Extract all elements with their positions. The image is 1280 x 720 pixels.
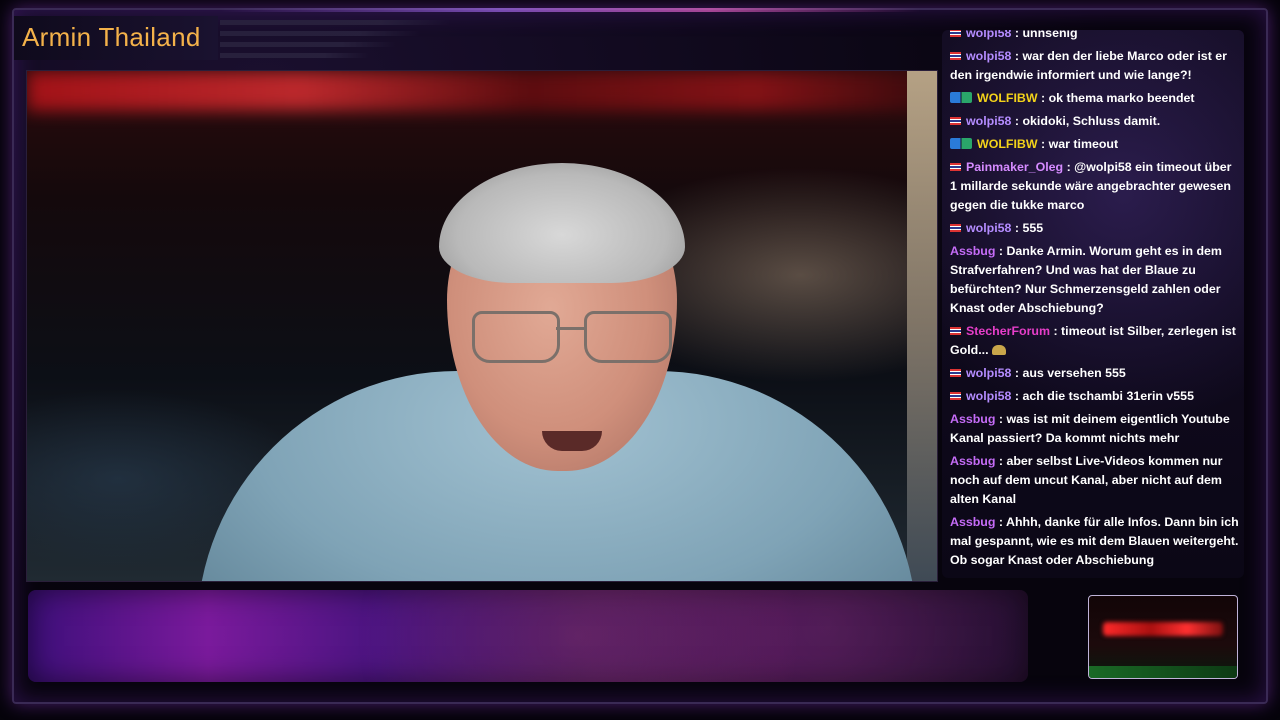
chat-text: 555 (1022, 221, 1044, 235)
chat-panel: wolpi58 : unnsenig wolpi58 : war den der… (942, 30, 1244, 578)
chat-username[interactable]: wolpi58 (966, 114, 1011, 128)
chat-separator: : (1037, 137, 1049, 151)
moderator-badge-icon (950, 92, 972, 103)
chat-message: Assbug : aber selbst Live-Videos kommen … (950, 452, 1240, 509)
webcam-video (26, 70, 938, 582)
decorative-lines (220, 20, 450, 64)
stream-title: Armin Thailand (22, 22, 201, 52)
chat-message: wolpi58 : aus versehen 555 (950, 364, 1240, 383)
chat-list: wolpi58 : unnsenig wolpi58 : war den der… (950, 30, 1240, 574)
chat-message: WOLFIBW : war timeout (950, 135, 1240, 154)
chat-message: Painmaker_Oleg : @wolpi58 ein timeout üb… (950, 158, 1240, 215)
chat-message: wolpi58 : war den der liebe Marco oder i… (950, 47, 1240, 85)
thailand-flag-icon (950, 163, 961, 171)
thailand-flag-icon (950, 117, 961, 125)
chat-message: wolpi58 : 555 (950, 219, 1240, 238)
streamer (27, 71, 937, 581)
chat-text: ach die tschambi 31erin v555 (1022, 389, 1194, 403)
chat-separator: : (995, 515, 1006, 529)
chat-username[interactable]: Painmaker_Oleg (966, 160, 1063, 174)
chat-separator: : (1011, 366, 1023, 380)
chat-separator: : (995, 412, 1007, 426)
chat-username[interactable]: Assbug (950, 412, 995, 426)
chat-separator: : (1037, 91, 1049, 105)
chat-message: Assbug : Ahhh, danke für alle Infos. Dan… (950, 513, 1240, 570)
chat-username[interactable]: wolpi58 (966, 49, 1011, 63)
chat-username[interactable]: Assbug (950, 454, 995, 468)
moderator-badge-icon (950, 138, 972, 149)
chat-username[interactable]: WOLFIBW (977, 91, 1038, 105)
chat-text: okidoki, Schluss damit. (1022, 114, 1161, 128)
chat-text: war timeout (1048, 137, 1119, 151)
chat-username[interactable]: wolpi58 (966, 366, 1011, 380)
thailand-flag-icon (950, 224, 961, 232)
chat-message: wolpi58 : ach die tschambi 31erin v555 (950, 387, 1240, 406)
chat-message: wolpi58 : okidoki, Schluss damit. (950, 112, 1240, 131)
streamer-hair (439, 163, 685, 283)
chat-separator: : (1063, 160, 1075, 174)
chat-username[interactable]: wolpi58 (966, 221, 1011, 235)
chat-username[interactable]: wolpi58 (966, 30, 1011, 40)
chat-username[interactable]: Assbug (950, 515, 995, 529)
chat-message: Assbug : was ist mit deinem eigentlich Y… (950, 410, 1240, 448)
chat-username[interactable]: wolpi58 (966, 389, 1011, 403)
thailand-flag-icon (950, 369, 961, 377)
chat-message: StecherForum : timeout ist Silber, zerle… (950, 322, 1240, 360)
thailand-flag-icon (950, 52, 961, 60)
mini-cam-floor (1089, 666, 1237, 678)
thailand-flag-icon (950, 392, 961, 400)
chat-separator: : (995, 454, 1007, 468)
chat-text: ok thema marko beendet (1048, 91, 1195, 105)
mini-cam-red-light (1103, 622, 1223, 636)
chat-separator: : (1011, 49, 1023, 63)
chat-message: WOLFIBW : ok thema marko beendet (950, 89, 1240, 108)
chat-username[interactable]: StecherForum (966, 324, 1050, 338)
chat-separator: : (995, 244, 1007, 258)
mini-camera-preview (1088, 595, 1238, 679)
chat-separator: : (1050, 324, 1062, 338)
chat-separator: : (1011, 30, 1023, 40)
top-glow-line (220, 8, 920, 12)
thailand-flag-icon (950, 30, 961, 37)
bottom-banner (28, 590, 1028, 682)
chat-text: unnsenig (1022, 30, 1078, 40)
thailand-flag-icon (950, 327, 961, 335)
glasses-icon (472, 301, 672, 363)
chat-separator: : (1011, 221, 1023, 235)
chat-separator: : (1011, 114, 1023, 128)
chat-message: Assbug : Danke Armin. Worum geht es in d… (950, 242, 1240, 318)
chat-username[interactable]: Assbug (950, 244, 995, 258)
chat-message: wolpi58 : unnsenig (950, 30, 1240, 43)
chat-text: aus versehen 555 (1022, 366, 1126, 380)
chat-separator: : (1011, 389, 1023, 403)
emote-icon (991, 345, 1006, 355)
chat-username[interactable]: WOLFIBW (977, 137, 1038, 151)
